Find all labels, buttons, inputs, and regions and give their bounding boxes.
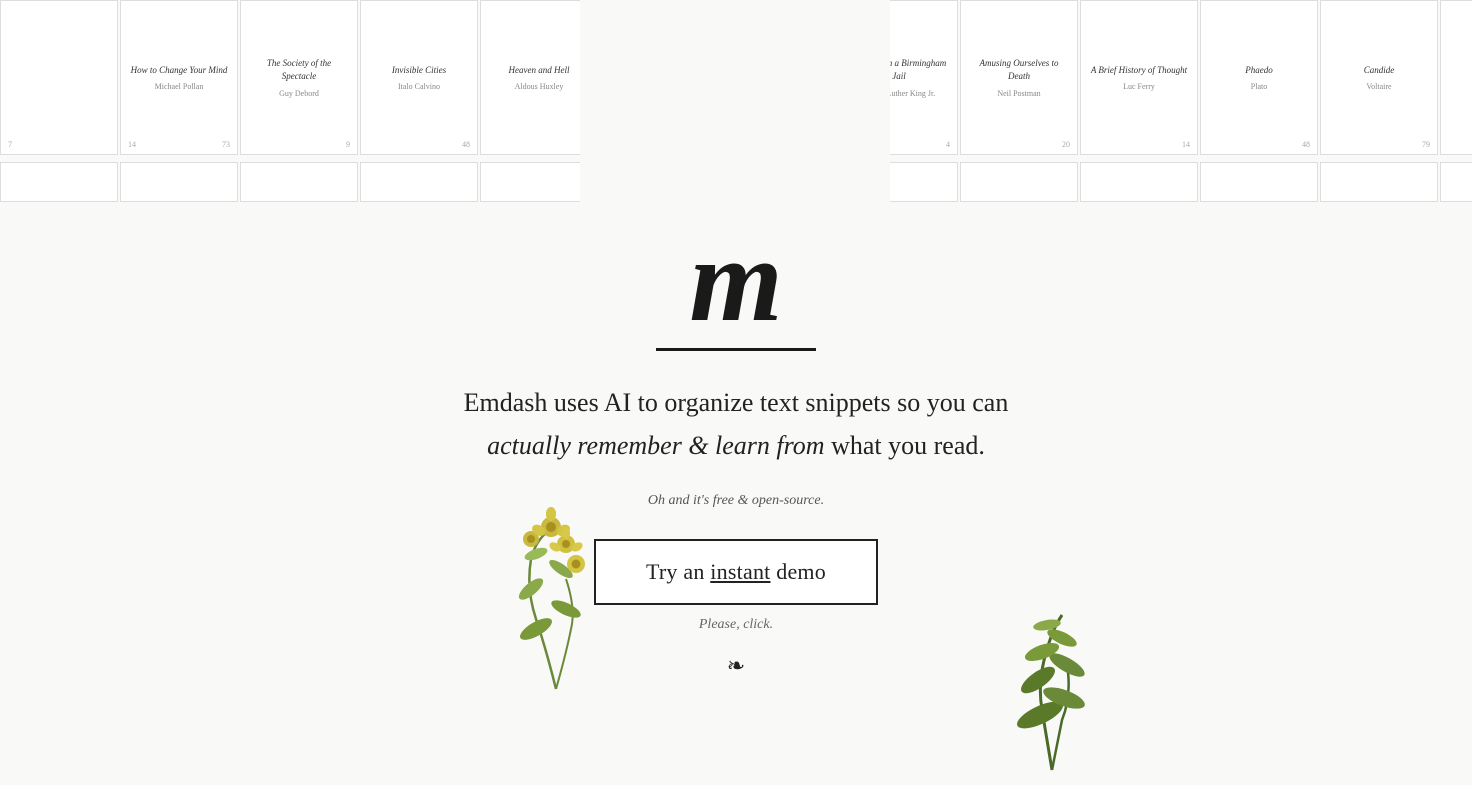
main-content: m Emdash uses AI to organize text snippe… xyxy=(0,0,1472,679)
tagline-normal-part: what you read. xyxy=(825,431,985,460)
bottom-decoration-icon: ❧ xyxy=(727,653,745,679)
tagline-line1: Emdash uses AI to organize text snippets… xyxy=(464,383,1009,422)
logo: m xyxy=(689,220,782,340)
demo-button-underline: instant xyxy=(710,559,770,584)
demo-button-suffix: demo xyxy=(771,559,826,584)
please-click-text: Please, click. xyxy=(699,617,773,633)
demo-area: Try an instant demo Please, click. xyxy=(536,539,936,633)
demo-button[interactable]: Try an instant demo xyxy=(594,539,878,605)
free-text: Oh and it's free & open-source. xyxy=(648,493,824,509)
logo-divider xyxy=(656,348,816,351)
tagline-italic-part: actually remember & learn from xyxy=(487,431,824,460)
demo-button-prefix: Try an xyxy=(646,559,710,584)
tagline-line2: actually remember & learn from what you … xyxy=(487,426,985,465)
